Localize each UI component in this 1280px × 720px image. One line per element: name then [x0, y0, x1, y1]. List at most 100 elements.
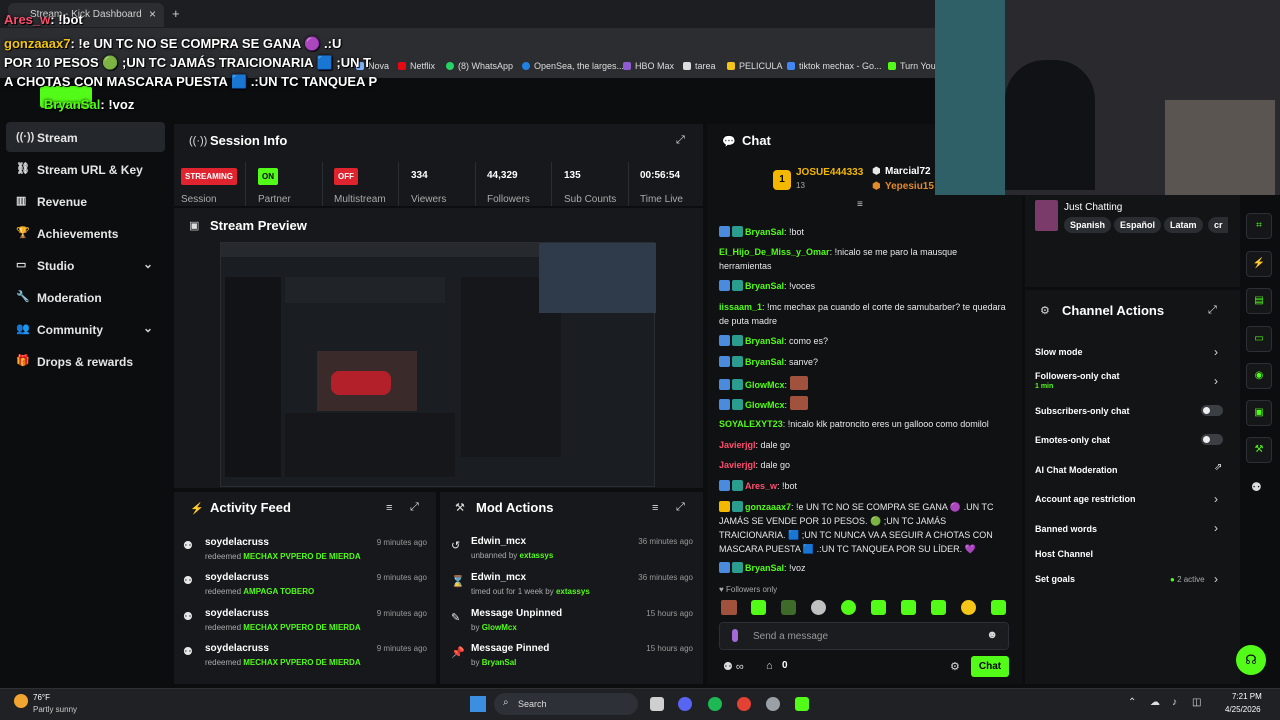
- action-subscribers-only[interactable]: Subscribers-only chat: [1035, 406, 1130, 416]
- sidebar-item-studio[interactable]: ▭ Studio ⌄: [6, 250, 165, 280]
- bookmark-hbo[interactable]: HBO Max: [623, 61, 674, 71]
- rail-community-icon[interactable]: ⚉: [1251, 480, 1262, 494]
- rail-capture-icon[interactable]: ⌗: [1246, 213, 1272, 239]
- speaker-icon[interactable]: ◫: [1192, 697, 1201, 708]
- emote-icon[interactable]: [991, 600, 1006, 615]
- action-banned-words[interactable]: Banned words: [1035, 524, 1097, 534]
- broadcast-icon: ((·)): [16, 131, 35, 143]
- rail-preview-icon[interactable]: ▣: [1246, 400, 1272, 426]
- rail-wrench-icon[interactable]: ⚒: [1246, 437, 1272, 463]
- tray-chevron-icon[interactable]: ⌃: [1128, 697, 1136, 708]
- divider: [322, 162, 323, 206]
- category-name[interactable]: Just Chatting: [1064, 202, 1122, 213]
- action-host-channel[interactable]: Host Channel: [1035, 549, 1093, 559]
- sidebar-item-moderation[interactable]: 🔧 Moderation: [6, 282, 165, 312]
- chevron-right-icon[interactable]: ›: [1214, 374, 1218, 388]
- chevron-right-icon[interactable]: ›: [1214, 572, 1218, 586]
- bookmark-pelicula[interactable]: PELICULA: [727, 61, 783, 71]
- tag-chip[interactable]: cr: [1208, 217, 1228, 233]
- sidebar-item-achievements[interactable]: 🏆 Achievements: [6, 218, 165, 248]
- action-set-goals[interactable]: Set goals: [1035, 574, 1075, 584]
- rail-document-icon[interactable]: ▤: [1246, 288, 1272, 314]
- emote-icon[interactable]: [781, 600, 796, 615]
- gifter-2-name[interactable]: Marcial72: [885, 166, 931, 177]
- chat-send-button[interactable]: Chat: [971, 656, 1009, 677]
- tag-chip[interactable]: Latam: [1164, 217, 1203, 233]
- bookmark-whatsapp[interactable]: (8) WhatsApp: [446, 61, 513, 71]
- rail-chat-icon[interactable]: ▭: [1246, 326, 1272, 352]
- weather-text[interactable]: Partly sunny: [33, 705, 77, 714]
- filter-icon[interactable]: ≡: [652, 502, 658, 514]
- community-icon[interactable]: ⚉ ∞: [723, 660, 744, 673]
- chat-input-placeholder: Send a message: [753, 631, 829, 642]
- weather-temp[interactable]: 76°F: [33, 693, 50, 702]
- store-icon[interactable]: ⌂: [766, 660, 773, 672]
- expand-icon[interactable]: ⤢: [676, 134, 685, 147]
- expand-icon[interactable]: ⤢: [410, 501, 419, 514]
- new-tab-button[interactable]: +: [172, 6, 180, 21]
- action-account-age[interactable]: Account age restriction: [1035, 494, 1136, 504]
- rail-broadcast-icon[interactable]: ◉: [1246, 363, 1272, 389]
- kick-app-icon[interactable]: [795, 697, 809, 711]
- spotify-icon[interactable]: [708, 697, 722, 711]
- filter-icon[interactable]: ≡: [857, 199, 863, 210]
- chevron-right-icon[interactable]: ›: [1214, 345, 1218, 359]
- gifter-3-name[interactable]: Yepesiu15: [885, 181, 934, 192]
- emote-icon[interactable]: [901, 600, 916, 615]
- gear-icon[interactable]: ⚙: [950, 660, 960, 673]
- discord-icon[interactable]: [678, 697, 692, 711]
- sidebar-item-revenue[interactable]: ▥ Revenue: [6, 186, 165, 216]
- rail-bolt-icon[interactable]: ⚡: [1246, 251, 1272, 277]
- tag-chip[interactable]: Spanish: [1064, 217, 1112, 233]
- emote-icon[interactable]: [931, 600, 946, 615]
- sidebar-item-stream-url[interactable]: ⛓ Stream URL & Key: [6, 154, 165, 184]
- emoji-icon[interactable]: ☻: [986, 629, 998, 641]
- hourglass-icon: ⌛: [451, 576, 465, 588]
- action-followers-only[interactable]: Followers-only chat 1 min: [1035, 371, 1120, 390]
- bookmark-tiktok[interactable]: tiktok mechax - Go...: [787, 61, 882, 71]
- filter-icon[interactable]: ≡: [386, 502, 392, 514]
- taskbar-search[interactable]: ⌕ Search: [494, 693, 638, 715]
- help-button[interactable]: ☊: [1236, 645, 1266, 675]
- top-gifter-name[interactable]: JOSUE444333: [796, 167, 863, 178]
- expand-icon[interactable]: ⤢: [676, 501, 685, 514]
- emote-icon[interactable]: [811, 600, 826, 615]
- chevron-down-icon: ⌄: [142, 257, 153, 271]
- task-view-icon[interactable]: [650, 697, 664, 711]
- clock-time[interactable]: 7:21 PM: [1232, 692, 1262, 701]
- sidebar-item-stream[interactable]: ((·)) Stream: [6, 122, 165, 152]
- session-info-title: Session Info: [210, 133, 288, 148]
- bookmark-tarea[interactable]: tarea: [683, 61, 716, 71]
- emote-icon[interactable]: [961, 600, 976, 615]
- chrome-icon[interactable]: [737, 697, 751, 711]
- tag-chip[interactable]: Español: [1114, 217, 1162, 233]
- sidebar-item-community[interactable]: 👥 Community ⌄: [6, 314, 165, 344]
- bookmark-netflix[interactable]: Netflix: [398, 61, 435, 71]
- emote-icon[interactable]: [721, 600, 737, 615]
- windows-start-icon[interactable]: [470, 696, 486, 712]
- subscribers-only-toggle[interactable]: [1201, 405, 1223, 416]
- emotes-only-toggle[interactable]: [1201, 434, 1223, 445]
- close-tab-icon[interactable]: ×: [149, 7, 156, 21]
- chevron-right-icon[interactable]: ›: [1214, 521, 1218, 535]
- activity-item: ⚉ soydelacruss redeemed MECHAX PVPERO DE M…: [183, 643, 427, 667]
- sidebar-item-drops[interactable]: 🎁 Drops & rewards: [6, 346, 165, 376]
- emote-icon[interactable]: [841, 600, 856, 615]
- chat-input[interactable]: Send a message ☻: [719, 622, 1009, 650]
- external-link-icon[interactable]: ⇗: [1214, 462, 1222, 473]
- action-slow-mode[interactable]: Slow mode: [1035, 347, 1083, 357]
- bookmark-opensea[interactable]: OpenSea, the larges...: [522, 61, 624, 71]
- clock-date[interactable]: 4/25/2026: [1225, 705, 1261, 714]
- action-emotes-only[interactable]: Emotes-only chat: [1035, 435, 1110, 445]
- obs-icon[interactable]: [766, 697, 780, 711]
- action-ai-moderation[interactable]: AI Chat Moderation: [1035, 465, 1118, 475]
- expand-icon[interactable]: ⤢: [1208, 304, 1217, 317]
- network-icon[interactable]: ☁: [1150, 697, 1160, 708]
- stream-preview-video[interactable]: [220, 242, 656, 487]
- microphone-icon[interactable]: ♪: [1172, 697, 1177, 708]
- emote-icon[interactable]: [751, 600, 766, 615]
- category-thumbnail[interactable]: [1035, 200, 1058, 231]
- chevron-right-icon[interactable]: ›: [1214, 492, 1218, 506]
- bookmark-turn[interactable]: Turn You: [888, 61, 936, 71]
- emote-icon[interactable]: [871, 600, 886, 615]
